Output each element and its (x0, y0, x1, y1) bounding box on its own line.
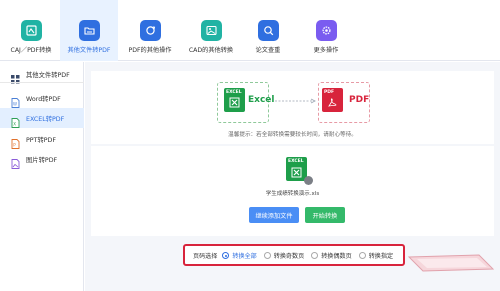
ppt-file-icon: P (11, 134, 20, 149)
tool-plagiarism-check[interactable]: 论文查重 (248, 0, 288, 61)
caj-pdf-icon (20, 20, 42, 41)
tool-cad-convert[interactable]: CAD的其他转换 (182, 0, 240, 61)
radio-convert-specified[interactable]: 转换指定 (358, 251, 394, 260)
tool-cad-convert-label: CAD的其他转换 (188, 47, 234, 54)
pdf-refresh-icon (139, 20, 161, 41)
pdf-tag: PDF (324, 90, 335, 95)
file-drop-area[interactable]: EXCEL 学生成绩转换演示.xls 继续添加文件 开始转换 (91, 146, 494, 236)
svg-text:W: W (13, 102, 17, 107)
gear-icon (315, 20, 337, 41)
radio-circle[interactable] (263, 252, 271, 259)
sidebar-item-other-to-pdf[interactable]: 其他文件转PDF (0, 64, 84, 84)
svg-text:X: X (13, 122, 16, 127)
sidebar-item-label: 图片转PDF (26, 156, 58, 164)
sidebar-item-label: Word转PDF (26, 95, 61, 103)
radio-label: 转换全部 (232, 253, 257, 260)
arrow-right-icon (275, 98, 316, 104)
sidebar-divider (0, 82, 84, 83)
page-select-box: 页码选择 转换全部 转换奇数页 转换偶数页 转换指定 (183, 244, 405, 266)
excel-large-icon: EXCEL (224, 88, 245, 112)
radio-label: 转换奇数页 (273, 253, 305, 260)
magnifier-icon (257, 20, 279, 41)
tool-other-to-pdf-label: 其他文件转PDF (67, 47, 111, 54)
file-name: 学生成绩转换演示.xls (265, 191, 320, 197)
sidebar: 其他文件转PDF W Word转PDF X EXCEL转PDF P PPT转PD… (0, 62, 84, 291)
sidebar-item-excel-to-pdf[interactable]: X EXCEL转PDF (0, 108, 84, 128)
radio-label: 转换偶数页 (321, 253, 352, 260)
radio-convert-all[interactable]: 转换全部 (222, 251, 257, 260)
grid-icon (11, 69, 20, 84)
main-panel: EXCEL Excel PDF PDF 温馨提示：若全部转换需要较长时间，请耐心… (85, 62, 500, 291)
radio-label: 转换指定 (368, 253, 394, 260)
sidebar-item-ppt-to-pdf[interactable]: P PPT转PDF (0, 129, 84, 149)
tool-more-label: 更多操作 (313, 47, 339, 54)
tool-pdf-other[interactable]: PDF的其他操作 (122, 0, 178, 61)
image-icon (200, 20, 222, 41)
pdf-large-icon: PDF (322, 88, 343, 112)
conversion-banner: EXCEL Excel PDF PDF 温馨提示：若全部转换需要较长时间，请耐心… (91, 71, 494, 144)
tool-other-to-pdf[interactable]: 其他文件转PDF (60, 0, 118, 61)
sidebar-item-label: EXCEL转PDF (26, 115, 65, 123)
picture-file-icon (11, 154, 20, 169)
page-select-row: 页码选择 转换全部 转换奇数页 转换偶数页 转换指定 (193, 251, 393, 260)
excel-file-icon: X (11, 113, 20, 128)
excel-title: Excel (248, 95, 275, 105)
tool-caj-pdf-label: CAJ／PDF转换 (10, 47, 52, 54)
tool-plagiarism-check-label: 论文查重 (255, 47, 281, 54)
sidebar-item-image-to-pdf[interactable]: 图片转PDF (0, 149, 84, 169)
radio-circle[interactable] (358, 252, 366, 259)
folder-icon (78, 20, 100, 41)
annotation-arrow-icon (407, 254, 495, 272)
excel-tag: EXCEL (226, 90, 242, 95)
radio-circle[interactable] (311, 252, 319, 259)
tip-text: 温馨提示：若全部转换需要较长时间，请耐心等待。 (228, 132, 357, 138)
page-select-label: 页码选择 (193, 253, 218, 260)
file-type-tag: EXCEL (288, 159, 304, 164)
add-more-files-button[interactable]: 继续添加文件 (249, 207, 299, 223)
tool-caj-pdf[interactable]: CAJ／PDF转换 (6, 0, 56, 61)
sidebar-item-label: 其他文件转PDF (26, 71, 70, 79)
word-file-icon: W (11, 93, 20, 108)
start-convert-button[interactable]: 开始转换 (305, 207, 345, 223)
remove-file-icon[interactable] (304, 176, 313, 189)
pdf-title: PDF (349, 95, 370, 105)
sidebar-item-label: PPT转PDF (26, 136, 57, 144)
tool-pdf-other-label: PDF的其他操作 (128, 47, 172, 54)
radio-convert-even[interactable]: 转换偶数页 (311, 251, 352, 260)
radio-convert-odd[interactable]: 转换奇数页 (263, 251, 305, 260)
top-toolbar: CAJ／PDF转换 其他文件转PDF PDF的其他操作 CAD的其他转换 论文查… (0, 0, 500, 61)
tool-more[interactable]: 更多操作 (306, 0, 346, 61)
sidebar-item-word-to-pdf[interactable]: W Word转PDF (0, 88, 84, 108)
radio-circle[interactable] (222, 252, 230, 259)
